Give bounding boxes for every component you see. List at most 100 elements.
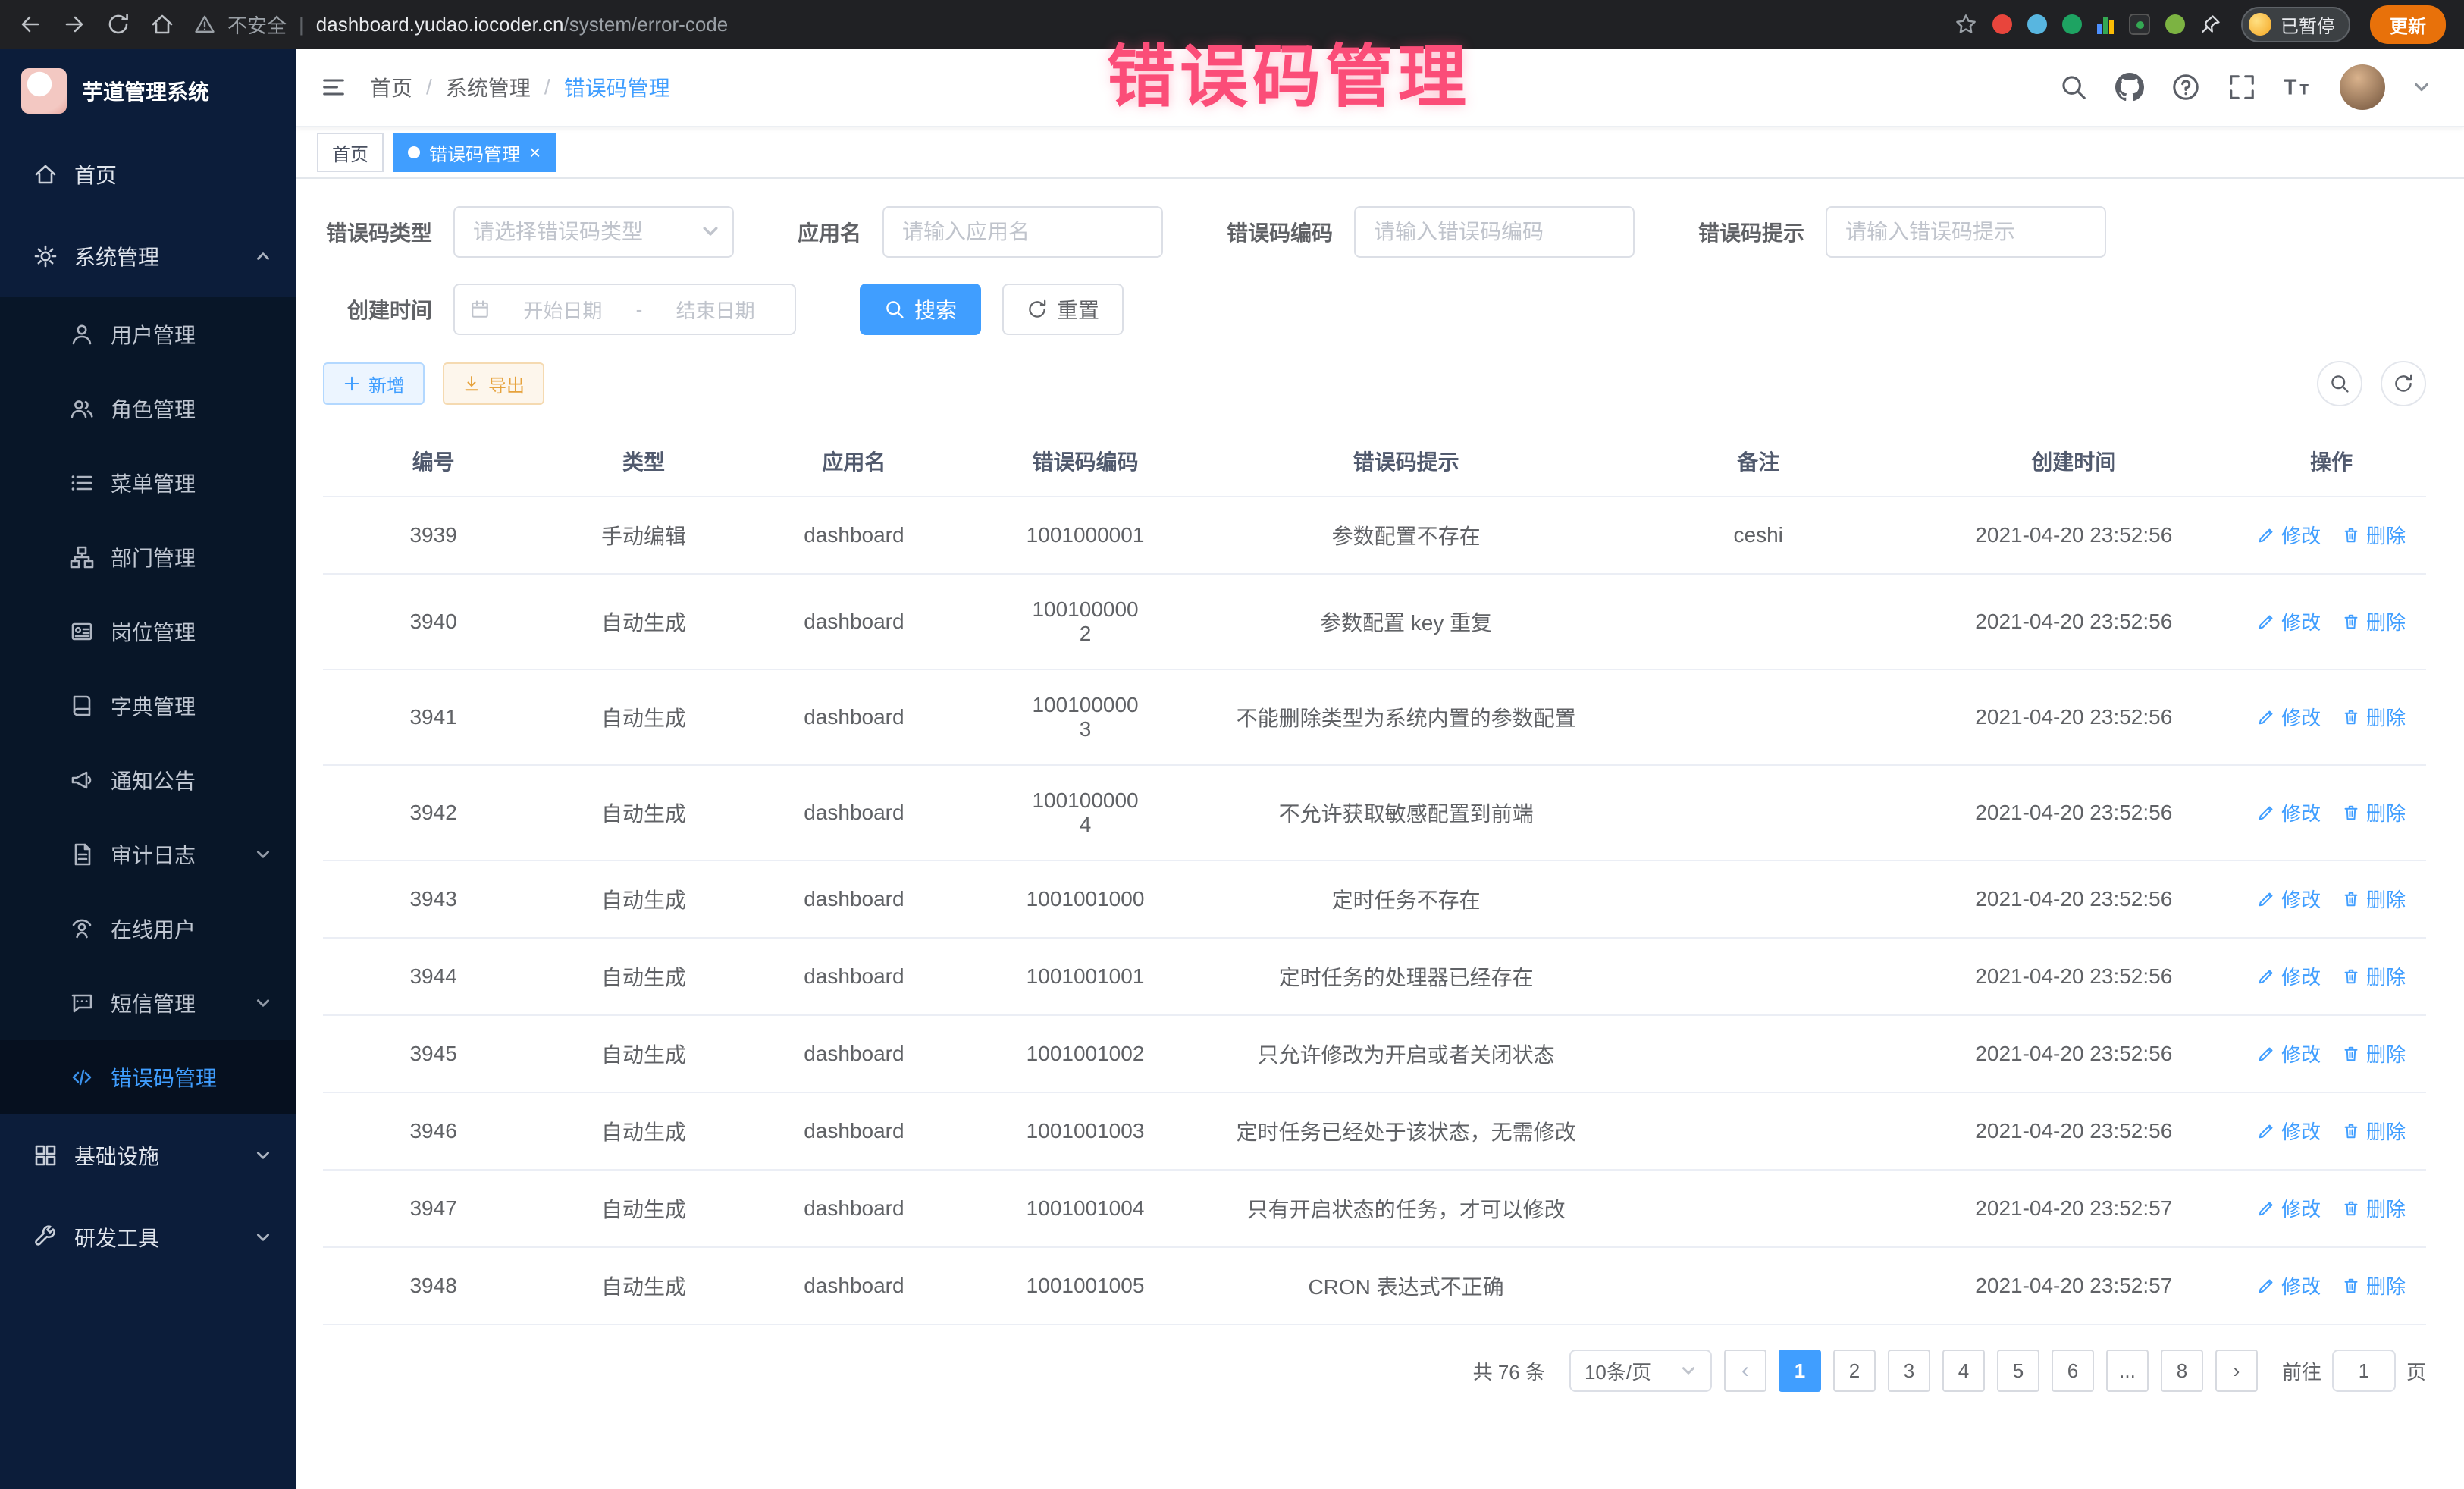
breadcrumb-home[interactable]: 首页 (370, 72, 412, 102)
prev-page-button[interactable]: ‹ (1724, 1350, 1766, 1392)
sidebar-item[interactable]: 在线用户 (0, 892, 296, 966)
font-size-icon[interactable]: TT (2284, 73, 2312, 102)
pagination-page-button[interactable]: 5 (1997, 1350, 2039, 1392)
audit-log-icon (70, 842, 94, 867)
table-row: 3941自动生成dashboard100100000 3不能删除类型为系统内置的… (323, 669, 2426, 765)
extension-icon[interactable] (2165, 14, 2185, 34)
reload-icon[interactable] (106, 12, 130, 36)
goto-page-input[interactable] (2332, 1350, 2396, 1392)
pagination-page-button[interactable]: 4 (1942, 1350, 1985, 1392)
sidebar-item[interactable]: 错误码管理 (0, 1040, 296, 1114)
sidebar-item[interactable]: 审计日志 (0, 817, 296, 892)
app-name-input[interactable] (882, 206, 1163, 258)
edit-link[interactable]: 修改 (2257, 1117, 2321, 1145)
tab-home[interactable]: 首页 (317, 133, 384, 172)
delete-link[interactable]: 删除 (2342, 885, 2406, 913)
extensions-pin-icon[interactable] (2200, 14, 2221, 35)
pagination-page-button[interactable]: 1 (1779, 1350, 1821, 1392)
user-avatar[interactable] (2340, 64, 2385, 110)
cell-app: dashboard (744, 497, 964, 574)
sidebar-item[interactable]: 通知公告 (0, 743, 296, 817)
export-button[interactable]: 导出 (443, 362, 544, 405)
delete-link[interactable]: 删除 (2342, 521, 2406, 549)
error-code-input[interactable] (1354, 206, 1635, 258)
cell-message: CRON 表达式不正确 (1206, 1247, 1606, 1324)
help-icon[interactable] (2171, 73, 2200, 102)
hamburger-icon[interactable] (320, 74, 347, 101)
pagination-page-button[interactable]: 3 (1888, 1350, 1930, 1392)
back-icon[interactable] (18, 12, 42, 36)
delete-link[interactable]: 删除 (2342, 798, 2406, 826)
sidebar-item-label: 审计日志 (111, 839, 196, 870)
refresh-table-icon[interactable] (2381, 361, 2426, 406)
sidebar-item[interactable]: 首页 (0, 133, 296, 215)
extension-icon[interactable] (2129, 14, 2150, 35)
sidebar-item-label: 在线用户 (111, 914, 196, 944)
date-range-picker[interactable]: 开始日期 - 结束日期 (453, 284, 796, 335)
logo[interactable]: 芋道管理系统 (0, 49, 296, 133)
sidebar-item[interactable]: 字典管理 (0, 669, 296, 743)
browser-home-icon[interactable] (150, 12, 174, 36)
next-page-button[interactable]: › (2215, 1350, 2258, 1392)
search-icon[interactable] (2059, 73, 2088, 102)
sidebar-item[interactable]: 角色管理 (0, 371, 296, 446)
sidebar-item[interactable]: 用户管理 (0, 297, 296, 371)
edit-link[interactable]: 修改 (2257, 1271, 2321, 1299)
delete-link[interactable]: 删除 (2342, 962, 2406, 990)
pagination-more-button[interactable]: ... (2106, 1350, 2149, 1392)
sidebar-item[interactable]: 研发工具 (0, 1196, 296, 1278)
table-row: 3944自动生成dashboard1001001001定时任务的处理器已经存在2… (323, 938, 2426, 1015)
github-icon[interactable] (2115, 73, 2144, 102)
fullscreen-icon[interactable] (2227, 73, 2256, 102)
search-button[interactable]: 搜索 (860, 284, 981, 335)
close-icon[interactable]: × (529, 143, 541, 162)
page-size-select[interactable]: 10条/页 (1569, 1350, 1712, 1392)
extension-icon[interactable] (2062, 14, 2082, 34)
profile-paused-badge[interactable]: 已暂停 (2241, 7, 2350, 42)
edit-link[interactable]: 修改 (2257, 521, 2321, 549)
error-type-select[interactable] (453, 206, 734, 258)
sidebar-item[interactable]: 短信管理 (0, 966, 296, 1040)
reset-button[interactable]: 重置 (1002, 284, 1124, 335)
extension-icon[interactable] (1992, 14, 2012, 34)
hide-search-toggle-icon[interactable] (2317, 361, 2362, 406)
pagination-page-button[interactable]: 2 (1833, 1350, 1876, 1392)
sidebar-item[interactable]: 基础设施 (0, 1114, 296, 1196)
pagination-page-button[interactable]: 8 (2161, 1350, 2203, 1392)
delete-link[interactable]: 删除 (2342, 1194, 2406, 1222)
error-message-input[interactable] (1826, 206, 2106, 258)
edit-link[interactable]: 修改 (2257, 798, 2321, 826)
edit-link[interactable]: 修改 (2257, 1039, 2321, 1067)
extension-icon[interactable] (2097, 14, 2114, 34)
address-bar[interactable]: 不安全 | dashboard.yudao.iocoder.cn/system/… (194, 11, 1935, 39)
op-label: 删除 (2366, 1194, 2406, 1222)
delete-link[interactable]: 删除 (2342, 1117, 2406, 1145)
error-type-select-input[interactable] (453, 206, 734, 258)
edit-link[interactable]: 修改 (2257, 1194, 2321, 1222)
sidebar-item[interactable]: 岗位管理 (0, 594, 296, 669)
delete-link[interactable]: 删除 (2342, 703, 2406, 731)
delete-link[interactable]: 删除 (2342, 1039, 2406, 1067)
tab-error-code[interactable]: 错误码管理× (393, 133, 556, 172)
sidebar-item[interactable]: 菜单管理 (0, 446, 296, 520)
cell-id: 3939 (323, 497, 544, 574)
op-label: 删除 (2366, 1117, 2406, 1145)
paused-label: 已暂停 (2281, 11, 2335, 38)
edit-link[interactable]: 修改 (2257, 703, 2321, 731)
sidebar-item[interactable]: 系统管理 (0, 215, 296, 297)
edit-link[interactable]: 修改 (2257, 885, 2321, 913)
chevron-down-icon[interactable] (2412, 78, 2431, 96)
pagination-page-button[interactable]: 6 (2052, 1350, 2094, 1392)
breadcrumb-system[interactable]: 系统管理 (446, 72, 531, 102)
edit-link[interactable]: 修改 (2257, 607, 2321, 635)
browser-update-button[interactable]: 更新 (2370, 5, 2446, 44)
sidebar-item[interactable]: 部门管理 (0, 520, 296, 594)
delete-link[interactable]: 删除 (2342, 1271, 2406, 1299)
extension-icon[interactable] (2027, 14, 2047, 34)
delete-link[interactable]: 删除 (2342, 607, 2406, 635)
bookmark-star-icon[interactable] (1955, 13, 1977, 36)
edit-link[interactable]: 修改 (2257, 962, 2321, 990)
add-button[interactable]: 新增 (323, 362, 425, 405)
cell-created: 2021-04-20 23:52:56 (1911, 938, 2237, 1015)
forward-icon[interactable] (62, 12, 86, 36)
